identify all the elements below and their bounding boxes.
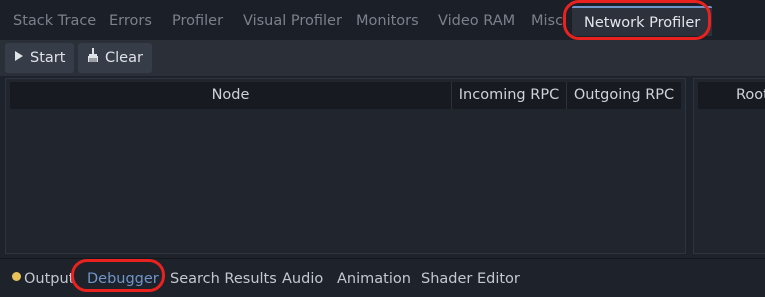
brush-icon [87,43,99,73]
output-indicator-dot [12,272,21,281]
right-table-header: Root [698,82,765,109]
tab-video-ram[interactable]: Video RAM [438,8,515,34]
tab-animation[interactable]: Animation [337,268,411,290]
clear-button-label: Clear [105,50,143,66]
tab-audio[interactable]: Audio [282,268,323,290]
column-root[interactable]: Root [698,82,765,109]
start-button-label: Start [30,50,66,66]
tab-misc[interactable]: Misc [531,8,565,34]
tab-shader-editor[interactable]: Shader Editor [421,268,520,290]
tab-network-profiler[interactable]: Network Profiler [572,6,713,36]
right-table-panel: Root [693,78,765,254]
rpc-table-panel: Node Incoming RPC Outgoing RPC [5,78,686,254]
bottom-dock-bar: Output Debugger Search Results Audio Ani… [0,258,765,297]
column-outgoing-rpc[interactable]: Outgoing RPC [567,82,681,109]
column-node[interactable]: Node [10,82,451,109]
tab-debugger[interactable]: Debugger [87,268,159,290]
tab-search-results[interactable]: Search Results [170,268,277,290]
tab-visual-profiler[interactable]: Visual Profiler [243,8,342,34]
tab-output[interactable]: Output [24,268,74,290]
tab-errors[interactable]: Errors [109,8,152,34]
play-icon [14,43,24,73]
debugger-tab-bar: Stack Trace Errors Profiler Visual Profi… [0,0,765,40]
tab-stack-trace[interactable]: Stack Trace [13,8,96,34]
start-button[interactable]: Start [5,43,75,73]
network-profiler-toolbar: Start Clear [0,40,765,76]
tab-profiler[interactable]: Profiler [172,8,223,34]
rpc-table-header: Node Incoming RPC Outgoing RPC [10,82,681,109]
clear-button[interactable]: Clear [78,43,152,73]
column-incoming-rpc[interactable]: Incoming RPC [452,82,566,109]
tab-monitors[interactable]: Monitors [356,8,419,34]
